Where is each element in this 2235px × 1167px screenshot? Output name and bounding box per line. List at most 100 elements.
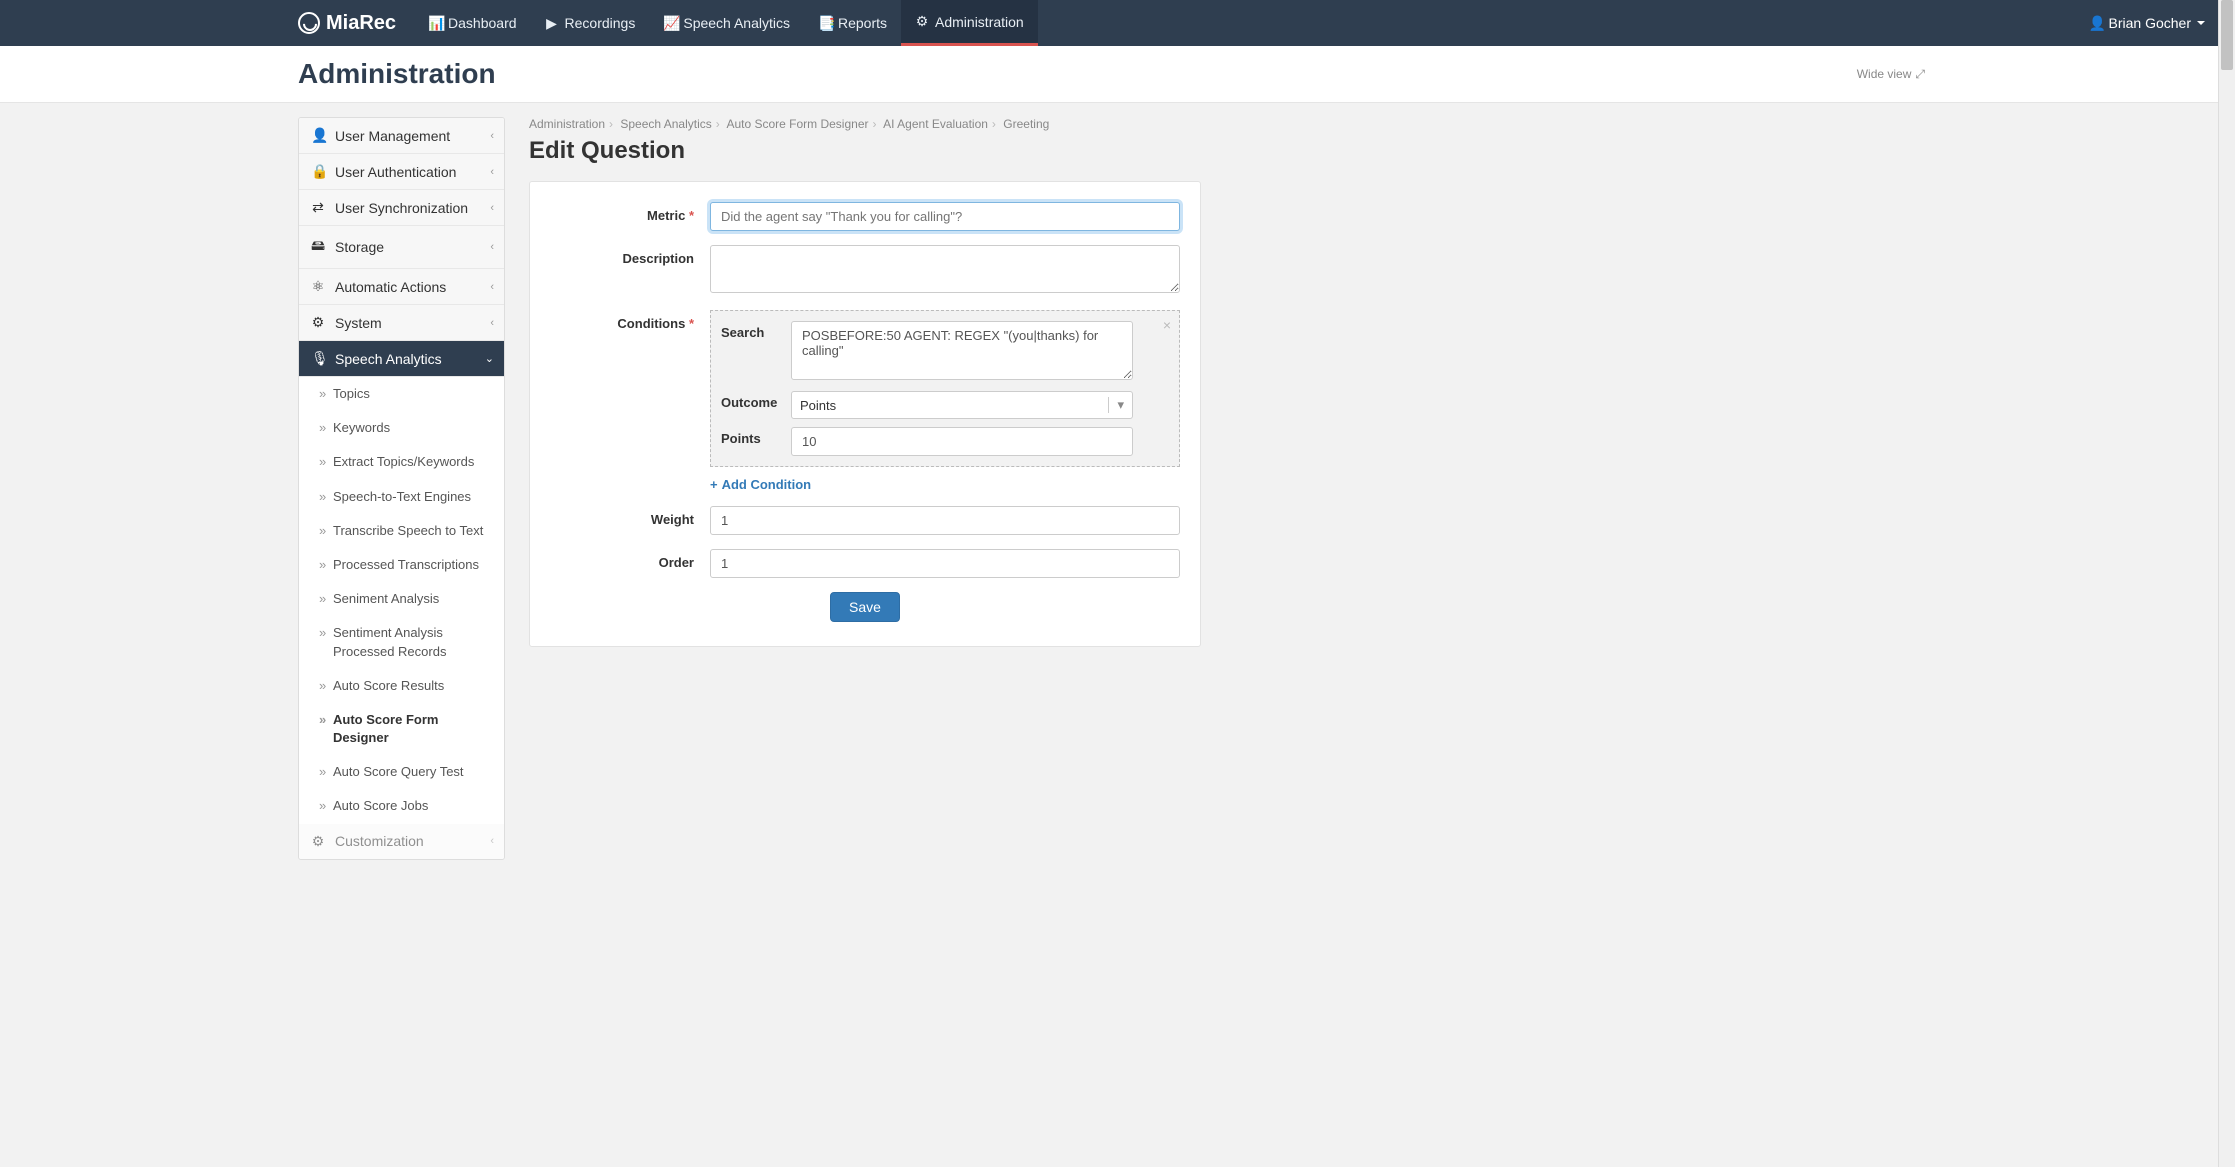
sidebar-item-auto-actions[interactable]: ⚛ Automatic Actions ‹ [299,269,504,305]
nav-dashboard[interactable]: 📊 Dashboard [414,0,531,46]
user-menu[interactable]: 👤 Brian Gocher [2079,15,2215,32]
mic-icon: 🎙 [311,350,325,367]
nav-reports[interactable]: 📑 Reports [804,0,901,46]
sidebar-item-customization[interactable]: ⚙ Customization ‹ [299,824,504,859]
chevron-left-icon: ‹ [490,130,494,142]
lock-icon: 🔒 [311,163,325,180]
subnav-sentiment[interactable]: Seniment Analysis [299,582,504,616]
nav-label: Reports [838,15,887,31]
actions-icon: ⚛ [311,278,325,295]
caret-icon [2197,21,2205,25]
outcome-label: Outcome [721,391,791,410]
sidebar-item-label: Customization [335,833,424,849]
subnav-sentiment-proc[interactable]: Sentiment Analysis Processed Records [299,616,504,668]
brand-icon [298,12,320,34]
subheader: Administration Wide view ⤢ [0,46,2235,103]
drive-icon: 🖴 [311,235,325,259]
subnav-processed-trans[interactable]: Processed Transcriptions [299,548,504,582]
sidebar-item-label: Speech Analytics [335,351,442,367]
weight-label: Weight [550,506,710,535]
sidebar-item-system[interactable]: ⚙ System ‹ [299,305,504,341]
condition-block: × Search POSBEFORE:50 AGENT: REGEX "(you… [710,310,1180,467]
add-condition-button[interactable]: + Add Condition [710,477,811,492]
gear-icon: ⚙ [311,314,325,331]
nav-label: Speech Analytics [683,15,790,31]
sidebar-item-user-auth[interactable]: 🔒 User Authentication ‹ [299,154,504,190]
crumb-speech[interactable]: Speech Analytics [620,117,711,131]
gear-icon: ⚙ [915,13,929,30]
scrollbar[interactable]: ▲ [2218,0,2235,1167]
main-content: Administration› Speech Analytics› Auto S… [529,117,1201,860]
nav-items: 📊 Dashboard ▶ Recordings 📈 Speech Analyt… [414,0,1038,46]
subnav-extract[interactable]: Extract Topics/Keywords [299,445,504,479]
add-condition-label: Add Condition [722,477,812,492]
sidebar-item-user-mgmt[interactable]: 👤 User Management ‹ [299,118,504,154]
play-icon: ▶ [545,15,559,32]
points-label: Points [721,427,791,446]
chevron-left-icon: ‹ [490,202,494,214]
sidebar-item-label: User Management [335,128,450,144]
nav-speech-analytics[interactable]: 📈 Speech Analytics [649,0,804,46]
crumb-eval[interactable]: AI Agent Evaluation [883,117,988,131]
scrollbar-thumb[interactable] [2221,0,2233,70]
search-label: Search [721,321,791,340]
subnav-auto-score-designer[interactable]: Auto Score Form Designer [299,703,504,755]
description-input[interactable] [710,245,1180,293]
save-button[interactable]: Save [830,592,900,622]
sidebar-item-user-sync[interactable]: ⇄ User Synchronization ‹ [299,190,504,226]
chevron-left-icon: ‹ [490,241,494,253]
close-icon[interactable]: × [1163,317,1171,333]
report-icon: 📑 [818,15,832,32]
chart-icon: 📈 [663,15,677,32]
outcome-select[interactable]: Points ▾ [791,391,1133,419]
sidebar-item-label: System [335,315,382,331]
expand-icon: ⤢ [1915,67,1925,82]
weight-input[interactable] [710,506,1180,535]
user-name: Brian Gocher [2109,15,2191,31]
sidebar-item-speech-analytics[interactable]: 🎙 Speech Analytics ⌄ [299,341,504,377]
subnav-auto-score-jobs[interactable]: Auto Score Jobs [299,789,504,823]
sidebar-item-storage[interactable]: 🖴 Storage ‹ [299,226,504,269]
sidebar-item-label: User Authentication [335,164,456,180]
chevron-left-icon: ‹ [490,317,494,329]
sync-icon: ⇄ [311,199,325,216]
order-input[interactable] [710,549,1180,578]
caret-icon: ▾ [1108,397,1124,413]
brand[interactable]: MiaRec [298,12,396,35]
points-input[interactable] [791,427,1133,456]
top-nav: MiaRec 📊 Dashboard ▶ Recordings 📈 Speech… [0,0,2235,46]
conditions-label: Conditions * [550,310,710,492]
chevron-left-icon: ‹ [490,835,494,847]
nav-label: Dashboard [448,15,517,31]
nav-label: Administration [935,14,1024,30]
brand-text: MiaRec [326,12,396,35]
chevron-left-icon: ‹ [490,166,494,178]
sidebar-item-label: Automatic Actions [335,279,446,295]
description-label: Description [550,245,710,296]
nav-administration[interactable]: ⚙ Administration [901,0,1038,46]
subnav-query-test[interactable]: Auto Score Query Test [299,755,504,789]
subnav-stt-engines[interactable]: Speech-to-Text Engines [299,480,504,514]
dashboard-icon: 📊 [428,15,442,32]
subnav-auto-score-results[interactable]: Auto Score Results [299,669,504,703]
search-input[interactable]: POSBEFORE:50 AGENT: REGEX "(you|thanks) … [791,321,1133,380]
crumb-designer[interactable]: Auto Score Form Designer [726,117,868,131]
crumb-current: Greeting [1003,117,1049,131]
metric-label: Metric * [550,202,710,231]
nav-recordings[interactable]: ▶ Recordings [531,0,650,46]
page-title: Edit Question [529,137,1201,165]
form-panel: Metric * Description Conditions * × [529,181,1201,647]
subnav-keywords[interactable]: Keywords [299,411,504,445]
user-icon: 👤 [2089,15,2103,32]
metric-input[interactable] [710,202,1180,231]
subnav-topics[interactable]: Topics [299,377,504,411]
chevron-left-icon: ‹ [490,281,494,293]
wide-view-label: Wide view [1857,67,1912,81]
user-icon: 👤 [311,127,325,144]
subnav-transcribe[interactable]: Transcribe Speech to Text [299,514,504,548]
nav-label: Recordings [565,15,636,31]
outcome-value: Points [800,398,836,413]
order-label: Order [550,549,710,578]
wide-view-toggle[interactable]: Wide view ⤢ [1857,67,1925,82]
crumb-admin[interactable]: Administration [529,117,605,131]
